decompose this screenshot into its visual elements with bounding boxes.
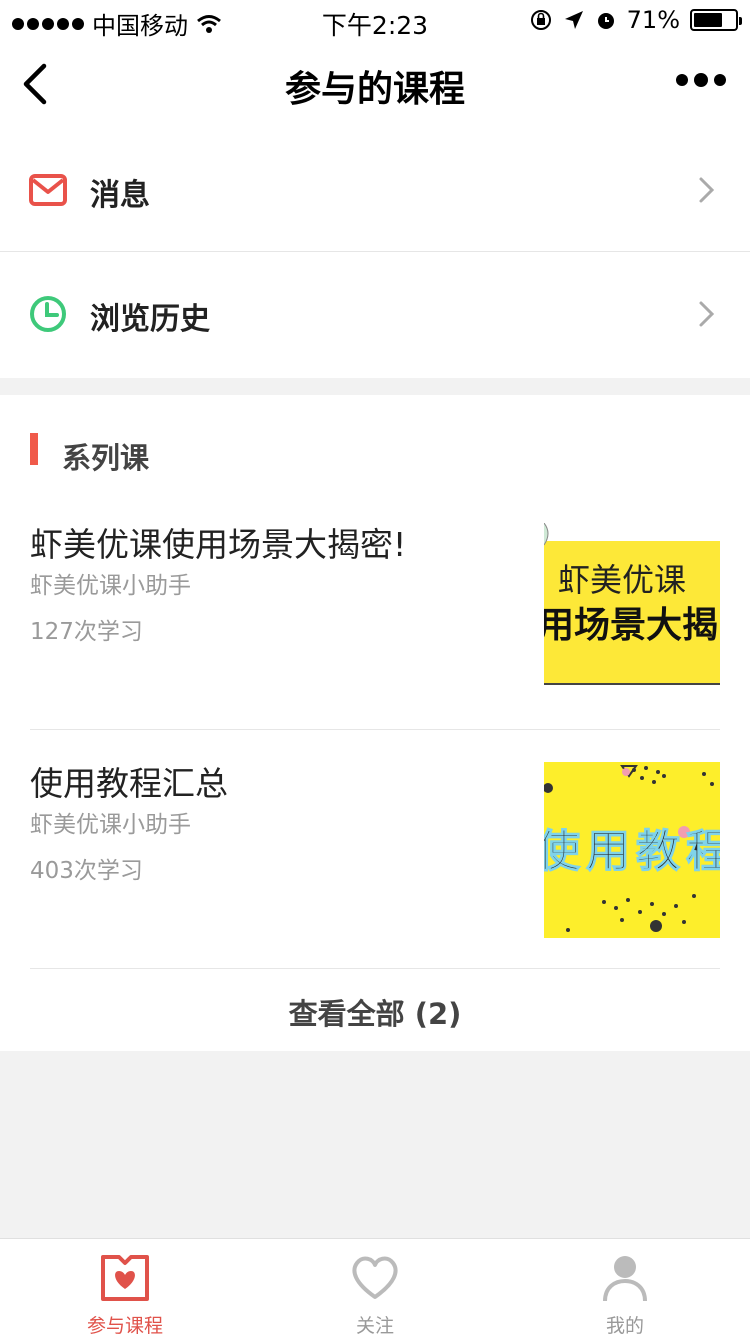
menu-item-history[interactable]: 浏览历史 [0, 252, 750, 378]
course-title: 使用教程汇总 [30, 764, 228, 803]
battery-icon [690, 9, 742, 31]
status-bar: 中国移动 下午2:23 71% [0, 0, 750, 40]
course-thumbnail: 虾美优课 用场景大揭 [544, 523, 720, 699]
mail-icon [29, 174, 67, 206]
view-all-button[interactable]: 查看全部 (2) [0, 991, 750, 1033]
tab-label: 关注 [355, 1315, 394, 1334]
course-title: 虾美优课使用场景大揭密! [30, 525, 407, 564]
tab-label: 我的 [605, 1315, 644, 1334]
course-author: 虾美优课小助手 [30, 573, 191, 599]
divider [30, 968, 720, 969]
tab-mine[interactable]: 我的 [500, 1239, 750, 1334]
chevron-right-icon [699, 301, 715, 327]
user-icon [603, 1256, 647, 1302]
section-accent-bar [30, 433, 38, 465]
series-section: 系列课 虾美优课使用场景大揭密! 虾美优课小助手 127次学习 虾美优课 用场景… [0, 395, 750, 1051]
clock-icon [30, 296, 66, 332]
course-study-count: 127次学习 [30, 619, 143, 645]
course-thumbnail: 使用教程 [544, 762, 720, 938]
menu-label: 浏览历史 [90, 302, 210, 337]
course-study-count: 403次学习 [30, 858, 143, 884]
bottom-tab-bar: 参与课程 关注 我的 [0, 1238, 750, 1334]
thumbnail-art: 虾美优课 用场景大揭 [544, 523, 720, 699]
section-title: 系列课 [62, 441, 150, 475]
tab-follow[interactable]: 关注 [250, 1239, 500, 1334]
course-heart-icon [101, 1255, 149, 1301]
battery-fill [694, 13, 723, 27]
menu-list: 消息 浏览历史 [0, 128, 750, 378]
battery-percent: 71% [626, 6, 680, 34]
menu-label: 消息 [90, 178, 150, 213]
tab-label: 参与课程 [86, 1315, 163, 1334]
thumbnail-art: 使用教程 [544, 762, 720, 938]
thumb-text-line1: 使用教程 [544, 826, 720, 877]
menu-item-messages[interactable]: 消息 [0, 128, 750, 252]
location-icon [564, 11, 583, 29]
course-author: 虾美优课小助手 [30, 812, 191, 838]
chevron-right-icon [699, 177, 715, 203]
more-dots-icon[interactable] [676, 73, 726, 87]
thumb-text-line2: 用场景大揭 [544, 605, 718, 646]
alarm-icon [597, 13, 614, 29]
navigation-bar: 参与的课程 [0, 40, 750, 128]
heart-outline-icon [352, 1256, 398, 1299]
divider [30, 729, 720, 730]
page-title: 参与的课程 [284, 69, 465, 110]
rotation-lock-icon [530, 10, 551, 30]
status-right: 71% [529, 6, 742, 34]
course-item[interactable]: 虾美优课使用场景大揭密! 虾美优课小助手 127次学习 虾美优课 用场景大揭 [30, 518, 720, 754]
course-item[interactable]: 使用教程汇总 虾美优课小助手 403次学习 使用教程 [30, 757, 720, 993]
thumb-text-line1: 虾美优课 [558, 561, 686, 599]
tab-courses[interactable]: 参与课程 [0, 1239, 250, 1334]
